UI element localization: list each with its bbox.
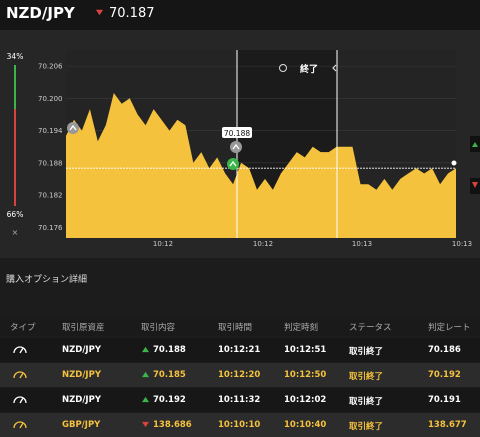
x-axis: 10:12 10:12 10:13 10:13 bbox=[153, 240, 472, 248]
y-tick-label: 70.200 bbox=[38, 95, 63, 103]
table-row[interactable]: GBP/JPY 138.686 10:10:10 10:10:40 取引終了 1… bbox=[0, 413, 480, 437]
trade-time-cell: 10:12:20 bbox=[218, 370, 261, 380]
content-cell: 70.185 bbox=[141, 370, 186, 380]
trade-time-cell: 10:10:10 bbox=[218, 420, 261, 430]
up-arrow-icon bbox=[142, 371, 149, 378]
price-chart[interactable]: 70.206 70.200 70.194 70.188 70.182 70.176 10:… bbox=[0, 30, 480, 258]
rate-cell: 70.191 bbox=[428, 395, 461, 405]
side-marker-down[interactable] bbox=[470, 178, 480, 194]
tooltip-value: 70.188 bbox=[224, 129, 250, 138]
expiry-text: 終了 bbox=[300, 63, 318, 75]
current-price-dot bbox=[451, 160, 457, 166]
up-arrow-icon bbox=[142, 346, 149, 353]
content-cell: 70.188 bbox=[141, 345, 186, 355]
judge-time-cell: 10:12:51 bbox=[284, 345, 327, 355]
content-cell: 70.192 bbox=[141, 395, 186, 405]
judge-time-cell: 10:12:50 bbox=[284, 370, 327, 380]
x-tick-label: 10:13 bbox=[452, 240, 472, 248]
marker-grey-2[interactable] bbox=[230, 141, 242, 153]
gauge-icon bbox=[13, 346, 27, 354]
judge-time-cell: 10:10:40 bbox=[284, 420, 327, 430]
status-cell: 取引終了 bbox=[349, 422, 384, 432]
rate-cell: 70.192 bbox=[428, 370, 461, 380]
gauge-icon bbox=[13, 371, 27, 379]
pair-title: NZD/JPY bbox=[6, 4, 75, 22]
y-tick-label: 70.188 bbox=[38, 159, 63, 167]
table-row[interactable]: NZD/JPY 70.185 10:12:20 10:12:50 取引終了 70… bbox=[0, 363, 480, 387]
gauge-icon bbox=[13, 396, 27, 404]
status-cell: 取引終了 bbox=[349, 372, 384, 382]
up-arrow-icon bbox=[142, 396, 149, 403]
y-axis: 70.206 70.200 70.194 70.188 70.182 70.176 bbox=[38, 63, 63, 232]
status-cell: 取引終了 bbox=[349, 397, 384, 407]
header-bar: NZD/JPY 70.187 bbox=[0, 0, 480, 30]
x-tick-label: 10:12 bbox=[153, 240, 173, 248]
col-judge-time: 判定時刻 bbox=[284, 323, 319, 333]
asset-cell: NZD/JPY bbox=[62, 370, 101, 380]
y-tick-label: 70.194 bbox=[38, 127, 63, 135]
y-tick-label: 70.206 bbox=[38, 63, 63, 71]
col-rate: 判定レート bbox=[428, 323, 471, 333]
status-cell: 取引終了 bbox=[349, 347, 384, 357]
asset-cell: GBP/JPY bbox=[62, 420, 101, 430]
marker-green[interactable] bbox=[227, 158, 239, 170]
section-title: 購入オプション詳細 bbox=[6, 275, 88, 285]
table-header: タイプ 取引原資産 取引内容 取引時間 判定時刻 ステータス 判定レート bbox=[0, 316, 480, 336]
current-rate: 70.187 bbox=[109, 6, 155, 21]
y-tick-label: 70.176 bbox=[38, 224, 63, 232]
asset-cell: NZD/JPY bbox=[62, 345, 101, 355]
table-row[interactable]: NZD/JPY 70.192 10:11:32 10:12:02 取引終了 70… bbox=[0, 388, 480, 412]
content-cell: 138.686 bbox=[141, 420, 192, 430]
rate-cell: 70.186 bbox=[428, 345, 461, 355]
x-tick-label: 10:13 bbox=[352, 240, 372, 248]
rate-cell: 138.677 bbox=[428, 420, 467, 430]
marker-grey-1[interactable] bbox=[67, 122, 79, 134]
col-content: 取引内容 bbox=[141, 323, 176, 333]
tooltip: 70.188 bbox=[222, 127, 252, 138]
y-tick-label: 70.182 bbox=[38, 192, 63, 200]
table-row[interactable]: NZD/JPY 70.188 10:12:21 10:12:51 取引終了 70… bbox=[0, 338, 480, 362]
col-type: タイプ bbox=[10, 323, 36, 333]
x-tick-label: 10:12 bbox=[253, 240, 273, 248]
trade-time-cell: 10:11:32 bbox=[218, 395, 261, 405]
asset-cell: NZD/JPY bbox=[62, 395, 101, 405]
judge-time-cell: 10:12:02 bbox=[284, 395, 327, 405]
trade-time-cell: 10:12:21 bbox=[218, 345, 261, 355]
down-arrow-icon bbox=[95, 9, 104, 16]
gauge-icon bbox=[13, 421, 27, 429]
col-trade-time: 取引時間 bbox=[218, 323, 253, 333]
col-status: ステータス bbox=[349, 323, 392, 333]
side-marker-up[interactable] bbox=[470, 136, 480, 152]
col-asset: 取引原資産 bbox=[62, 323, 105, 333]
